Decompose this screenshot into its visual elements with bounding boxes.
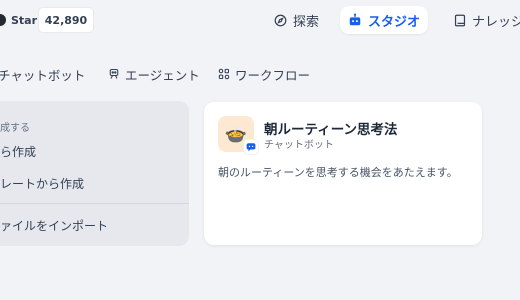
github-icon (0, 14, 6, 26)
nav-explore[interactable]: 探索 (266, 6, 327, 34)
nav-knowledge-label: ナレッジ (472, 14, 520, 30)
app-type-label: チャットボット (264, 140, 334, 151)
nav-studio[interactable]: スタジオ (340, 6, 429, 34)
star-count[interactable]: 42,890 (38, 7, 94, 33)
create-app-card: 成する ら作成 レートから作成 ァイルをインポート (0, 101, 189, 246)
divider (0, 203, 189, 204)
nav-explore-label: 探索 (293, 14, 320, 30)
create-app-heading: 成する (0, 123, 30, 134)
book-icon (454, 14, 466, 27)
tab-agent[interactable]: エージェント (108, 64, 200, 84)
app-card[interactable]: 🍲 朝ルーティーン思考法 チャットボット 朝のルーティーンを思考する機会をあたえ… (204, 102, 482, 245)
chat-bubble-icon (246, 142, 256, 152)
nav-studio-label: スタジオ (368, 14, 421, 30)
create-from-template-option[interactable]: レートから作成 (0, 175, 84, 192)
robot-icon (348, 13, 362, 27)
workflow-icon (218, 68, 230, 80)
compass-icon (274, 14, 287, 27)
agent-icon (108, 68, 120, 80)
top-bar: Star 42,890 探索 スタジオ ナレッジ (0, 0, 520, 40)
create-from-blank-option[interactable]: ら作成 (0, 143, 36, 160)
tab-workflow-label: ワークフロー (235, 67, 311, 83)
tab-agent-label: エージェント (125, 67, 200, 83)
nav-knowledge[interactable]: ナレッジ (446, 6, 520, 34)
app-title: 朝ルーティーン思考法 (264, 122, 398, 138)
github-star-button[interactable]: Star (0, 9, 37, 31)
chatbot-type-badge (244, 140, 258, 154)
import-dsl-option[interactable]: ァイルをインポート (0, 217, 108, 234)
app-description: 朝のルーティーンを思考する機会をあたえます。 (218, 166, 458, 179)
tab-workflow[interactable]: ワークフロー (218, 64, 310, 84)
star-label: Star (11, 13, 38, 27)
tab-chatbot-label: チャットボット (0, 67, 86, 83)
tab-chatbot[interactable]: チャットボット (0, 64, 85, 84)
